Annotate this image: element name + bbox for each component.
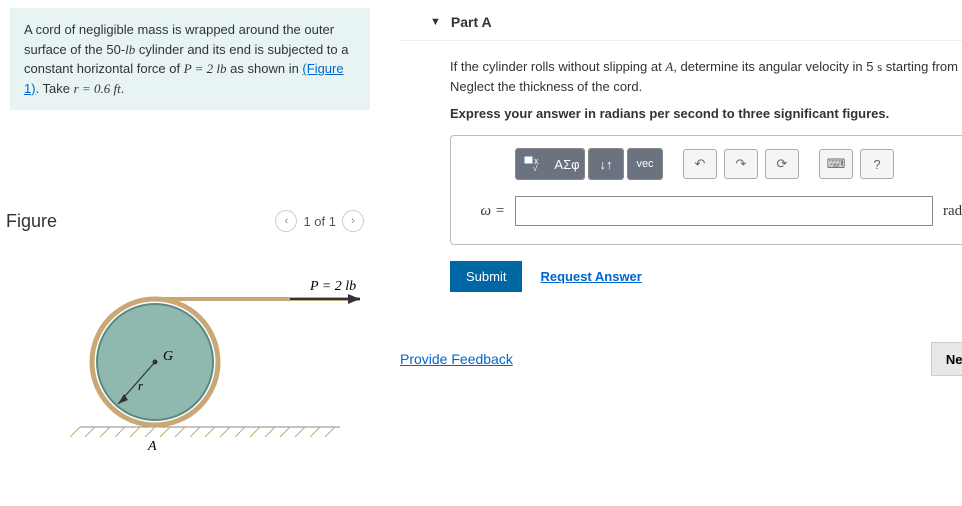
answer-label: ω = — [467, 203, 505, 220]
equation-toolbar: x√ ΑΣφ ↓↑ vec ↶ ↷ ⟳ ⌨ ? — [515, 148, 962, 180]
vec-button[interactable]: vec — [628, 149, 662, 179]
part-a-header[interactable]: ▼ Part A — [400, 0, 962, 41]
fig-label-A: A — [147, 439, 157, 452]
figure-next-button[interactable]: › — [342, 210, 364, 232]
provide-feedback-link[interactable]: Provide Feedback — [400, 351, 513, 367]
force-eq: P = 2 lb — [184, 61, 227, 76]
collapse-icon: ▼ — [430, 16, 441, 28]
submit-button[interactable]: Submit — [450, 261, 522, 292]
help-button[interactable]: ? — [860, 149, 894, 179]
fig-label-P: P = 2 lb — [309, 279, 356, 294]
question-text: If the cylinder rolls without slipping a… — [400, 57, 962, 96]
answer-input[interactable] — [515, 196, 933, 226]
keyboard-button[interactable]: ⌨ — [819, 149, 853, 179]
templates-button[interactable]: x√ — [516, 149, 550, 179]
instruction-text: Express your answer in radians per secon… — [400, 106, 962, 121]
problem-text-3: as shown in — [227, 61, 303, 76]
unit-lb: lb — [125, 42, 135, 57]
fig-label-G: G — [163, 349, 173, 364]
svg-text:√: √ — [533, 164, 538, 172]
part-a-title: Part A — [451, 14, 492, 30]
request-answer-link[interactable]: Request Answer — [540, 269, 641, 284]
next-button[interactable]: Next ❯ — [931, 342, 962, 376]
radius-eq: r = 0.6 ft — [74, 81, 121, 96]
reset-button[interactable]: ⟳ — [765, 149, 799, 179]
figure-pager-text: 1 of 1 — [303, 214, 336, 229]
figure-image: G r P = 2 lb A — [0, 252, 370, 455]
next-label: Next — [946, 352, 962, 367]
problem-text-5: . — [121, 81, 125, 96]
subscript-button[interactable]: ↓↑ — [589, 149, 623, 179]
answer-box: x√ ΑΣφ ↓↑ vec ↶ ↷ ⟳ ⌨ ? ω = — [450, 135, 962, 245]
redo-button[interactable]: ↷ — [724, 149, 758, 179]
figure-pager: ‹ 1 of 1 › — [275, 210, 364, 232]
answer-unit: rad/s — [943, 203, 962, 220]
symbols-button[interactable]: ΑΣφ — [550, 149, 584, 179]
problem-statement: A cord of negligible mass is wrapped aro… — [10, 8, 370, 110]
undo-button[interactable]: ↶ — [683, 149, 717, 179]
figure-title: Figure — [6, 211, 57, 232]
problem-text-4: . Take — [36, 81, 74, 96]
figure-prev-button[interactable]: ‹ — [275, 210, 297, 232]
